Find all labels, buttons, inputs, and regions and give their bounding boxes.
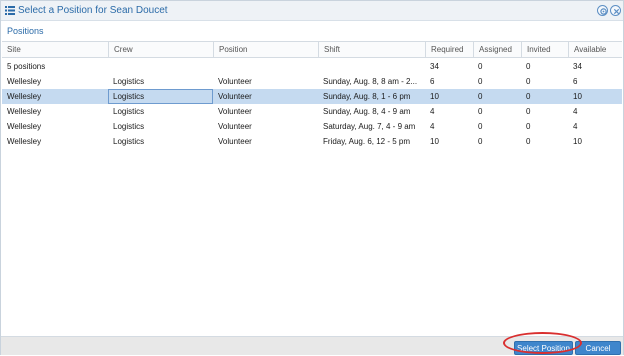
cell-available[interactable]: 4 [568,119,622,134]
cell-invited[interactable]: 0 [521,74,568,89]
cell-crew[interactable]: Logistics [108,119,213,134]
cell-position[interactable]: Volunteer [213,104,318,119]
summary-invited: 0 [526,62,531,71]
cell-invited[interactable]: 0 [521,134,568,149]
cell-available[interactable]: 10 [568,89,622,104]
column-header-position[interactable]: Position [213,42,318,58]
cell-assigned[interactable]: 0 [473,74,521,89]
cell-position[interactable]: Volunteer [213,89,318,104]
cancel-button[interactable]: Cancel [575,341,621,355]
cell-required[interactable]: 10 [425,89,473,104]
cell-required[interactable]: 10 [425,134,473,149]
cell-invited[interactable]: 0 [521,89,568,104]
close-icon [613,8,620,15]
cell-site[interactable]: Wellesley [2,74,108,89]
table-row[interactable]: Wellesley Logistics Volunteer Sunday, Aug. … [2,89,622,104]
cell-site[interactable]: Wellesley [2,134,108,149]
cell-position[interactable]: Volunteer [213,134,318,149]
cell-site[interactable]: Wellesley [2,119,108,134]
summary-row: 5 positions 34 0 0 34 [2,59,622,74]
cell-available[interactable]: 10 [568,134,622,149]
section-title: Positions [7,26,44,36]
cell-invited[interactable]: 0 [521,104,568,119]
table-row[interactable]: Wellesley Logistics Volunteer Sunday, Aug. … [2,74,622,89]
cell-site[interactable]: Wellesley [2,89,108,104]
summary-required: 34 [430,62,439,71]
summary-assigned: 0 [478,62,483,71]
cell-shift[interactable]: Saturday, Aug. 7, 4 - 9 am [318,119,425,134]
cell-crew[interactable]: Logistics [108,134,213,149]
column-header-shift[interactable]: Shift [318,42,425,58]
cell-shift[interactable]: Sunday, Aug. 8, 8 am - 2... [318,74,425,89]
column-header-assigned[interactable]: Assigned [473,42,521,58]
cell-shift[interactable]: Friday, Aug. 6, 12 - 5 pm [318,134,425,149]
column-header-site[interactable]: Site [2,42,108,58]
select-position-button[interactable]: Select Position [514,341,573,355]
dialog-footer: Select Position Cancel [1,336,623,355]
column-header-available[interactable]: Available [568,42,622,58]
summary-available: 34 [573,62,582,71]
table-row[interactable]: Wellesley Logistics Volunteer Friday, Aug. … [2,134,622,149]
cell-shift[interactable]: Sunday, Aug. 8, 1 - 6 pm [318,89,425,104]
cell-crew[interactable]: Logistics [108,104,213,119]
dialog-titlebar: Select a Position for Sean Doucet [1,1,623,21]
settings-button[interactable] [597,5,608,16]
cell-available[interactable]: 6 [568,74,622,89]
cell-required[interactable]: 4 [425,119,473,134]
cell-site[interactable]: Wellesley [2,104,108,119]
cell-required[interactable]: 6 [425,74,473,89]
close-button[interactable] [610,5,621,16]
select-position-dialog: Select a Position for Sean Doucet Positi… [0,0,624,355]
table-row[interactable]: Wellesley Logistics Volunteer Sunday, Aug. … [2,104,622,119]
cell-assigned[interactable]: 0 [473,119,521,134]
column-header-crew[interactable]: Crew [108,42,213,58]
column-header-required[interactable]: Required [425,42,473,58]
cell-crew[interactable]: Logistics [108,74,213,89]
cell-crew[interactable]: Logistics [108,89,213,104]
cell-assigned[interactable]: 0 [473,134,521,149]
table-row[interactable]: Wellesley Logistics Volunteer Saturday, Aug… [2,119,622,134]
cell-assigned[interactable]: 0 [473,89,521,104]
cell-invited[interactable]: 0 [521,119,568,134]
positions-grid: Site Crew Position Shift Required Assign… [2,41,622,336]
cell-position[interactable]: Volunteer [213,119,318,134]
column-header-invited[interactable]: Invited [521,42,568,58]
cell-available[interactable]: 4 [568,104,622,119]
cell-shift[interactable]: Sunday, Aug. 8, 4 - 9 am [318,104,425,119]
list-icon [5,6,15,15]
gear-icon [600,8,607,15]
cell-assigned[interactable]: 0 [473,104,521,119]
dialog-title: Select a Position for Sean Doucet [18,5,168,16]
grid-header: Site Crew Position Shift Required Assign… [2,42,622,58]
cell-position[interactable]: Volunteer [213,74,318,89]
summary-count: 5 positions [7,62,46,71]
cell-required[interactable]: 4 [425,104,473,119]
